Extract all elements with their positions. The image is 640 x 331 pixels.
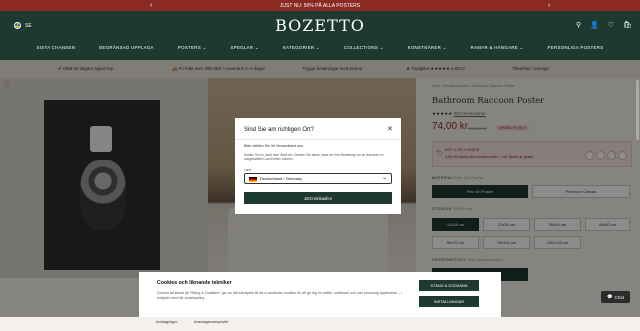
divider [235, 139, 401, 140]
nav-item-ramar[interactable]: RAMAR & HÄNGARE ⌄ [459, 45, 536, 51]
cart-icon[interactable]: 🛍 [623, 21, 632, 29]
chat-label: Chat [614, 294, 624, 300]
cookie-title: Cookies och liknande tekniker [157, 280, 232, 286]
shop-now-button[interactable]: Jetzt einkaufen [244, 192, 392, 204]
country-select[interactable]: Deutschland / Germany ⌄ [244, 173, 392, 184]
country-label: Land [244, 168, 252, 172]
header-icons: ⚲ 👤 ♡ 🛍 [576, 21, 632, 29]
site-header: SE BOZETTO ⚲ 👤 ♡ 🛍 SISTA CHANSEN BEGRÄNS… [0, 11, 640, 60]
nav-item-kategorier[interactable]: KATEGORIER ⌄ [271, 45, 332, 51]
search-icon[interactable]: ⚲ [576, 21, 581, 29]
scrollbar[interactable] [636, 80, 639, 140]
promo-prev-button[interactable]: ‹ [150, 0, 152, 11]
cookie-accept-button[interactable]: STÄNG & GODKÄNN [419, 280, 479, 291]
country-modal: Sind Sie am richtigen Ort? ✕ Bitte wähle… [235, 118, 401, 214]
cookie-settings-button[interactable]: INSTÄLLNINGAR [419, 296, 479, 307]
tag-link[interactable]: #vardagsrumsposter [194, 320, 229, 324]
country-select-value: Deutschland / Germany [260, 176, 303, 181]
promo-bar: ‹ JUST NU: 50% PÅ ALLA POSTERS › [0, 0, 640, 11]
site-logo[interactable]: BOZETTO [0, 16, 640, 35]
nav-item-speglar[interactable]: SPEGLAR ⌄ [218, 45, 270, 51]
chat-button[interactable]: 💬 Chat [601, 291, 630, 303]
nav-item-collections[interactable]: COLLECTIONS ⌄ [332, 45, 396, 51]
close-icon[interactable]: ✕ [387, 125, 393, 133]
chat-icon: 💬 [607, 294, 613, 299]
heart-icon[interactable]: ♡ [608, 21, 614, 29]
user-icon[interactable]: 👤 [590, 21, 599, 29]
nav-item-personliga-posters[interactable]: PERSONLIGA POSTERS [536, 45, 616, 51]
nav-item-konstnarer[interactable]: KONSTNÄRER ⌄ [396, 45, 459, 51]
nav-item-posters[interactable]: POSTERS ⌄ [166, 45, 219, 51]
tag-link[interactable]: #vintagetypo [156, 320, 178, 324]
nav-item-sista-chansen[interactable]: SISTA CHANSEN [25, 45, 88, 51]
modal-text: Bitte wählen Sie Ihr Versandland aus. [244, 144, 304, 148]
promo-next-button[interactable]: › [548, 0, 550, 11]
cookie-banner: Cookies och liknande tekniker Genom att … [139, 272, 501, 317]
main-nav: SISTA CHANSEN BEGRÄNSAD UPPLAGA POSTERS … [0, 45, 640, 51]
promo-text: JUST NU: 50% PÅ ALLA POSTERS [279, 2, 361, 9]
germany-flag-icon [249, 177, 257, 182]
chevron-down-icon: ⌄ [381, 175, 387, 181]
nav-item-begransad-upplaga[interactable]: BEGRÄNSAD UPPLAGA [87, 45, 166, 51]
modal-subtext: Kaufen Sie im Land Ihrer Wahl ein. Denke… [244, 153, 384, 162]
bottom-strip [0, 317, 640, 331]
cookie-text: Genom att klicka på "Stäng & Godkänn" ge… [157, 291, 402, 300]
modal-title: Sind Sie am richtigen Ort? [244, 127, 315, 133]
